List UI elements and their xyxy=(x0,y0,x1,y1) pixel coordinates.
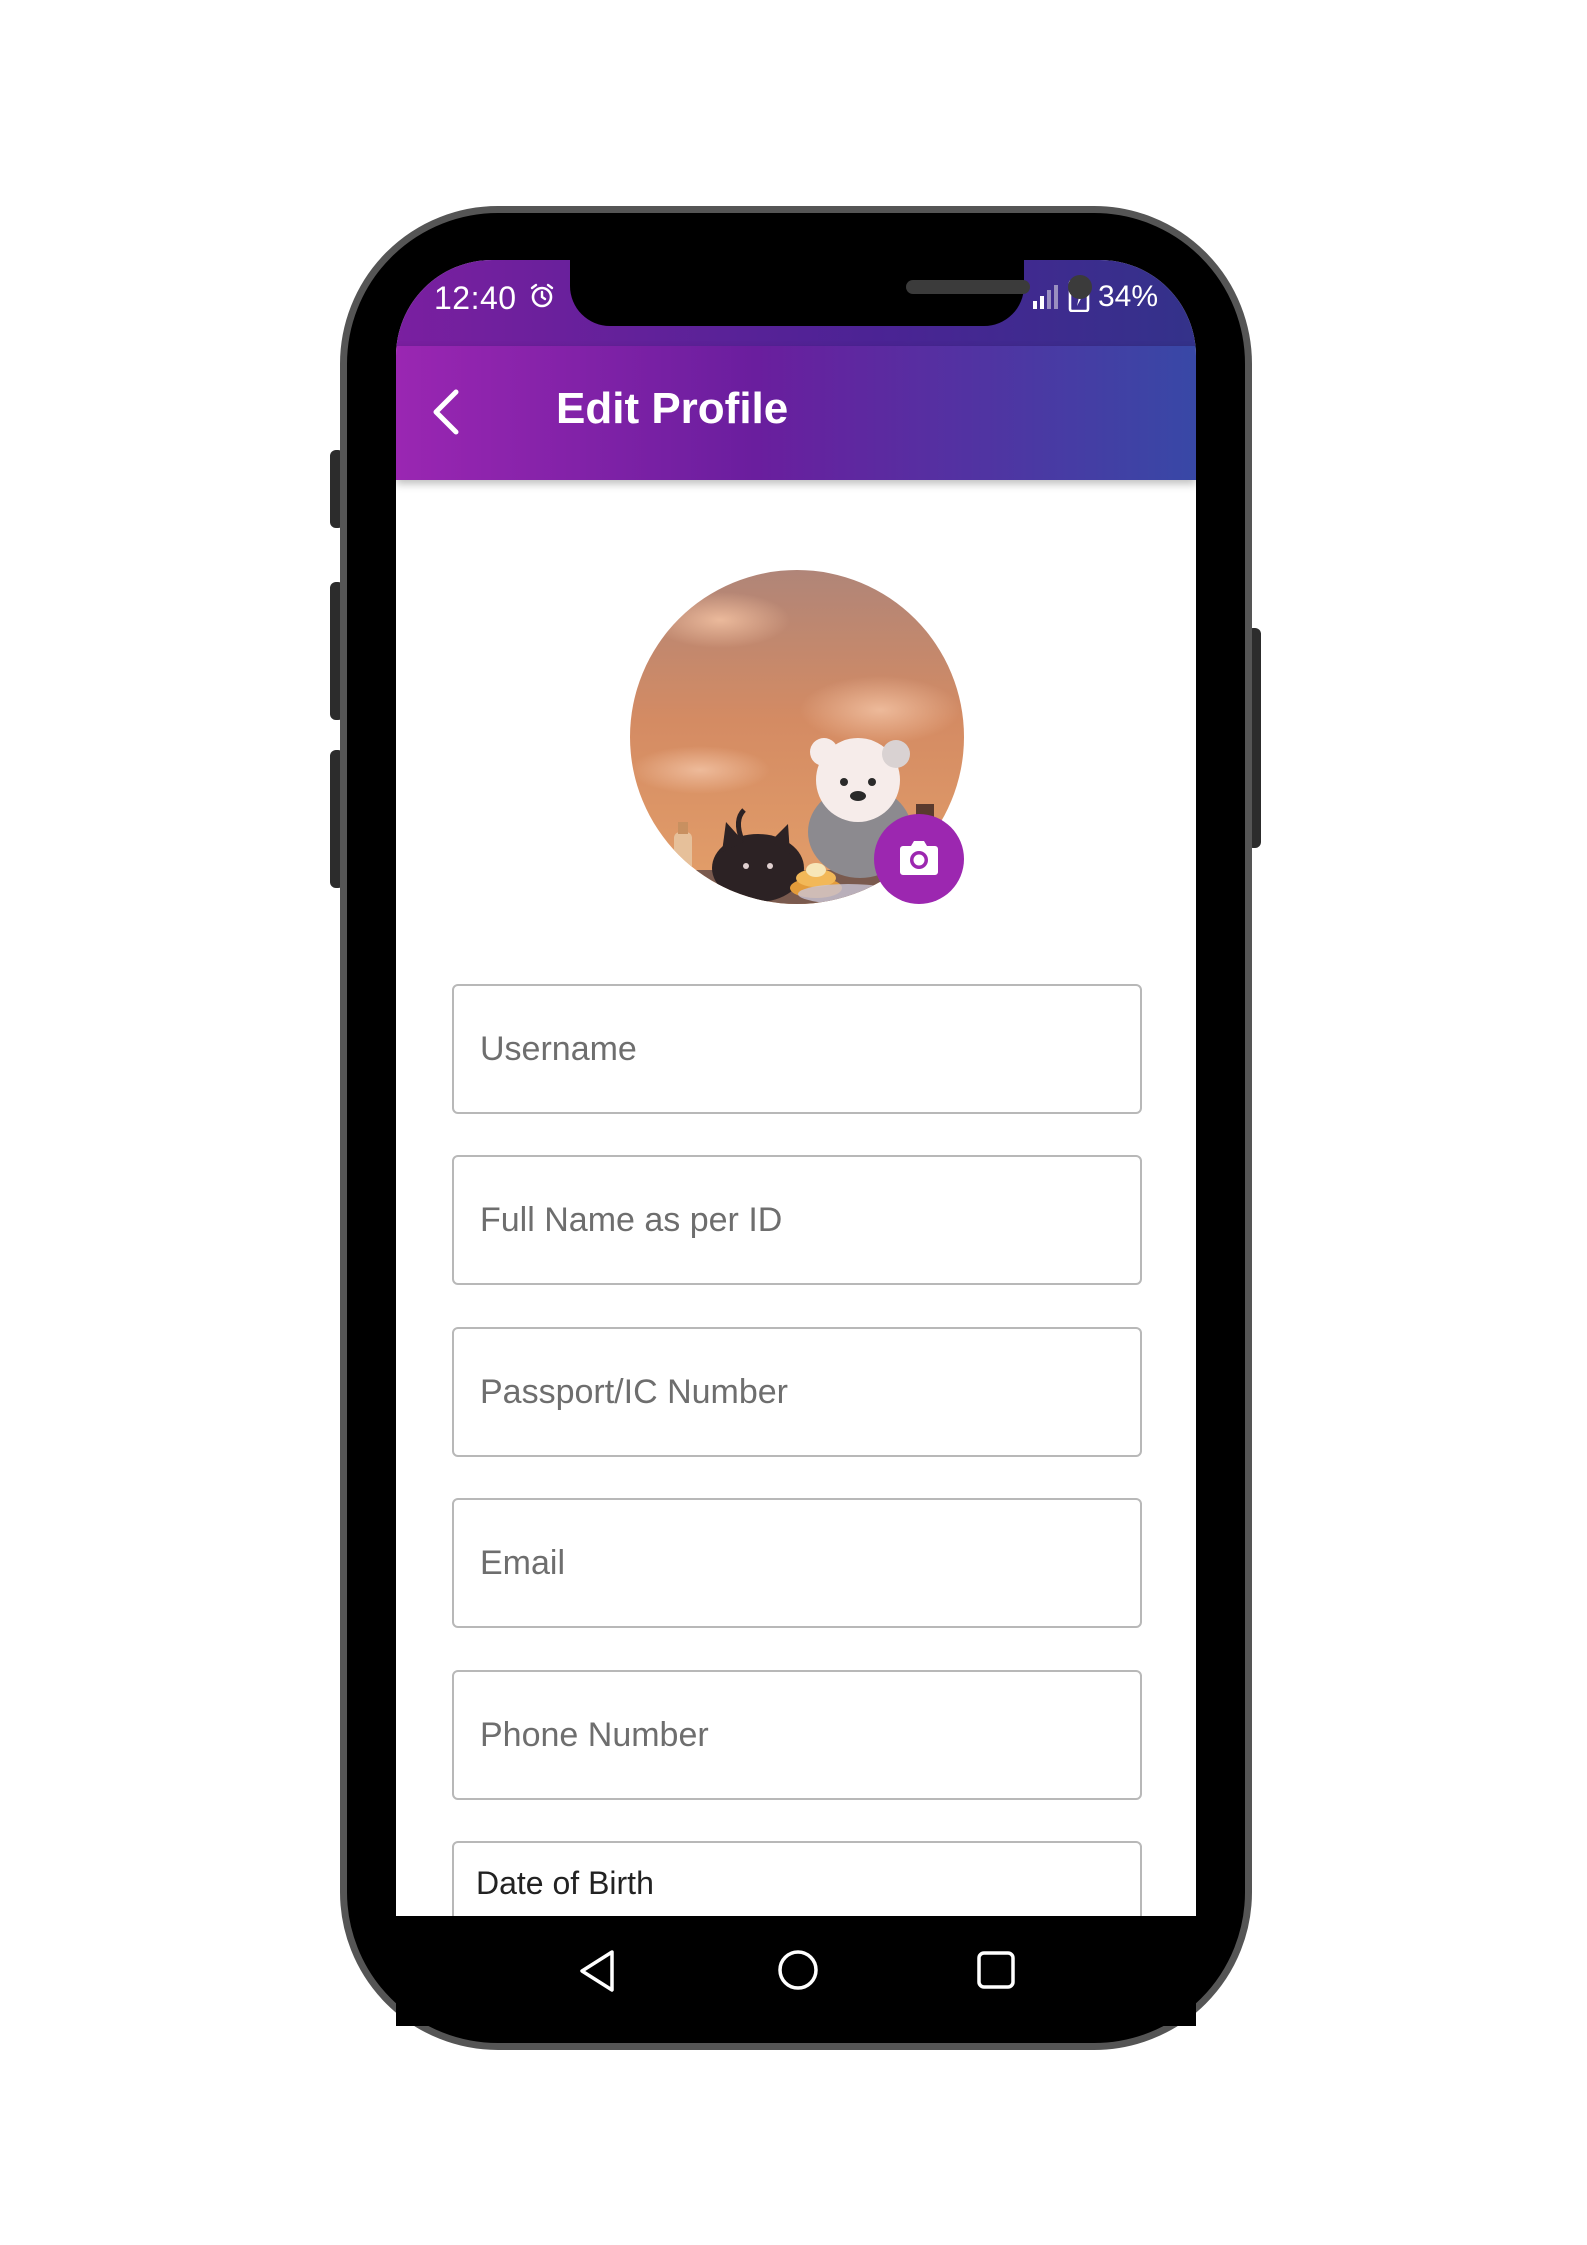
phone-notch xyxy=(570,260,1092,326)
dob-field[interactable]: Date of Birth xyxy=(452,1841,1142,1920)
phone-speaker xyxy=(906,280,1030,294)
camera-icon xyxy=(900,841,938,875)
nav-back-icon[interactable] xyxy=(574,1946,618,1996)
page-title: Edit Profile xyxy=(556,384,789,433)
signal-icon xyxy=(1032,284,1060,310)
nav-home-icon[interactable] xyxy=(776,1948,820,1992)
dob-label: Date of Birth xyxy=(476,1865,654,1901)
app-bar: Edit Profile xyxy=(396,346,1196,480)
phone-input[interactable] xyxy=(454,1672,1140,1798)
change-photo-button[interactable] xyxy=(874,814,964,904)
username-input[interactable] xyxy=(454,986,1140,1112)
battery-percentage: 34% xyxy=(1098,280,1159,313)
system-nav-bar xyxy=(396,1916,1196,2026)
fullname-input[interactable] xyxy=(454,1157,1140,1283)
username-field xyxy=(452,984,1142,1114)
passport-field xyxy=(452,1327,1142,1457)
canvas: 12:40 34% Edit Profile Username Full Nam… xyxy=(0,0,1587,2245)
phone-screen: 12:40 34% Edit Profile Username Full Nam… xyxy=(396,260,1196,1920)
fullname-field xyxy=(452,1155,1142,1285)
chevron-left-icon[interactable] xyxy=(426,384,466,440)
phone-field xyxy=(452,1670,1142,1800)
email-input[interactable] xyxy=(454,1500,1140,1626)
front-camera xyxy=(1068,275,1092,299)
passport-input[interactable] xyxy=(454,1329,1140,1455)
nav-recents-icon[interactable] xyxy=(976,1950,1016,1990)
alarm-icon xyxy=(528,282,556,310)
status-time: 12:40 xyxy=(434,280,517,316)
email-field xyxy=(452,1498,1142,1628)
